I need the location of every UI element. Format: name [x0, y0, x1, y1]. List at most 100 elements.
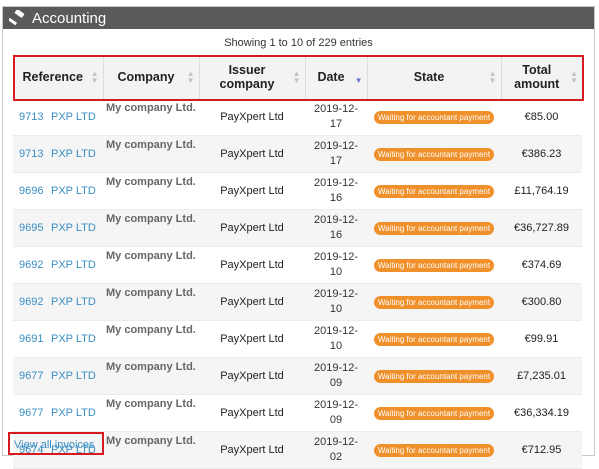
state-badge: Waiting for accountant payment [374, 221, 494, 235]
state-badge: Waiting for accountant payment [374, 295, 494, 309]
date-cell: 2019-12- 17 [305, 99, 367, 136]
state-cell: Waiting for accountant payment [367, 394, 501, 432]
sort-icon: ▲ ▼ [570, 69, 578, 85]
state-badge: Waiting for accountant payment [374, 443, 494, 457]
reference-company-link[interactable]: PXP LTD [51, 333, 96, 345]
table-header-row: Reference ▲ ▼ Company ▲ ▼ Issuer company ▲ ▼ D… [13, 55, 582, 99]
issuer-cell: PayXpert Ltd [199, 431, 305, 469]
reference-company-link[interactable]: PXP LTD [51, 111, 96, 123]
reference-link[interactable]: 9692 [19, 259, 45, 271]
reference-company-link[interactable]: PXP LTD [51, 222, 96, 234]
amount-cell: £7,235.01 [501, 357, 582, 395]
state-cell: Waiting for accountant payment [367, 246, 501, 284]
reference-company-link[interactable]: PXP LTD [51, 296, 96, 308]
reference-link[interactable]: 9713 [19, 148, 45, 160]
state-badge: Waiting for accountant payment [374, 369, 494, 383]
reference-company-link[interactable]: PXP LTD [51, 185, 96, 197]
company-cell: My company Ltd. [103, 135, 199, 173]
sort-icon: ▲ ▼ [488, 69, 497, 85]
reference-cell: 9713 PXP LTD [13, 135, 103, 173]
table-row[interactable]: 9692 PXP LTD My company Ltd. PayXpert Ltd 20… [13, 246, 582, 284]
date-cell: 2019-12- 10 [305, 283, 367, 321]
issuer-cell: PayXpert Ltd [199, 135, 305, 173]
reference-link[interactable]: 9691 [19, 333, 45, 345]
amount-cell: €85.00 [501, 99, 582, 136]
amount-cell: £11,764.19 [501, 172, 582, 210]
state-badge: Waiting for accountant payment [374, 184, 494, 198]
amount-cell: €386.23 [501, 135, 582, 173]
issuer-cell: PayXpert Ltd [199, 246, 305, 284]
column-header-company[interactable]: Company ▲ ▼ [103, 55, 200, 99]
column-header-date[interactable]: Date ▼ [305, 55, 368, 99]
date-cell: 2019-12- 16 [305, 209, 367, 247]
amount-cell: €36,727.89 [501, 209, 582, 247]
state-cell: Waiting for accountant payment [367, 431, 501, 469]
company-cell: My company Ltd. [103, 283, 199, 321]
column-header-issuer-company[interactable]: Issuer company ▲ ▼ [199, 55, 306, 99]
state-cell: Waiting for accountant payment [367, 172, 501, 210]
table-row[interactable]: 9677 PXP LTD My company Ltd. PayXpert Ltd 20… [13, 394, 582, 432]
state-cell: Waiting for accountant payment [367, 209, 501, 247]
reference-company-link[interactable]: PXP LTD [51, 370, 96, 382]
gavel-icon [7, 9, 27, 26]
reference-cell: 9692 PXP LTD [13, 283, 103, 321]
state-badge: Waiting for accountant payment [374, 406, 494, 420]
table-row[interactable]: 9695 PXP LTD My company Ltd. PayXpert Ltd 20… [13, 209, 582, 247]
company-cell: My company Ltd. [103, 246, 199, 284]
date-cell: 2019-12- 10 [305, 320, 367, 358]
table-row[interactable]: 9691 PXP LTD My company Ltd. PayXpert Ltd 20… [13, 320, 582, 358]
issuer-cell: PayXpert Ltd [199, 394, 305, 432]
company-cell: My company Ltd. [103, 209, 199, 247]
date-cell: 2019-12- 09 [305, 357, 367, 395]
reference-cell: 9692 PXP LTD [13, 246, 103, 284]
entries-info: Showing 1 to 10 of 229 entries [224, 37, 373, 49]
table-row[interactable]: 9713 PXP LTD My company Ltd. PayXpert Ltd 20… [13, 135, 582, 173]
table-row[interactable]: 9692 PXP LTD My company Ltd. PayXpert Ltd 20… [13, 283, 582, 321]
issuer-cell: PayXpert Ltd [199, 320, 305, 358]
reference-cell: 9695 PXP LTD [13, 209, 103, 247]
reference-cell: 9677 PXP LTD [13, 394, 103, 432]
reference-cell: 9677 PXP LTD [13, 357, 103, 395]
panel-title: Accounting [32, 9, 107, 27]
column-header-reference[interactable]: Reference ▲ ▼ [13, 55, 104, 99]
reference-link[interactable]: 9692 [19, 296, 45, 308]
reference-company-link[interactable]: PXP LTD [51, 407, 96, 419]
reference-link[interactable]: 9696 [19, 185, 45, 197]
reference-link[interactable]: 9713 [19, 111, 45, 123]
issuer-cell: PayXpert Ltd [199, 99, 305, 136]
issuer-cell: PayXpert Ltd [199, 172, 305, 210]
state-cell: Waiting for accountant payment [367, 357, 501, 395]
panel-header: Accounting [3, 7, 594, 29]
table-row[interactable]: 9674 PXP LTD My company Ltd. PayXpert Ltd 20… [13, 431, 582, 469]
state-badge: Waiting for accountant payment [374, 332, 494, 346]
table-row[interactable]: 9677 PXP LTD My company Ltd. PayXpert Ltd 20… [13, 357, 582, 395]
state-badge: Waiting for accountant payment [374, 147, 494, 161]
company-cell: My company Ltd. [103, 99, 199, 136]
reference-link[interactable]: 9677 [19, 407, 45, 419]
date-cell: 2019-12- 16 [305, 172, 367, 210]
reference-company-link[interactable]: PXP LTD [51, 148, 96, 160]
company-cell: My company Ltd. [103, 172, 199, 210]
company-cell: My company Ltd. [103, 357, 199, 395]
column-header-state[interactable]: State ▲ ▼ [367, 55, 502, 99]
state-badge: Waiting for accountant payment [374, 110, 494, 124]
table-row[interactable]: 9696 PXP LTD My company Ltd. PayXpert Ltd 20… [13, 172, 582, 210]
sort-icon: ▲ ▼ [90, 69, 99, 85]
state-cell: Waiting for accountant payment [367, 99, 501, 136]
reference-link[interactable]: 9677 [19, 370, 45, 382]
company-cell: My company Ltd. [103, 320, 199, 358]
date-cell: 2019-12- 10 [305, 246, 367, 284]
invoices-table: Reference ▲ ▼ Company ▲ ▼ Issuer company ▲ ▼ D… [13, 55, 582, 469]
reference-company-link[interactable]: PXP LTD [51, 259, 96, 271]
amount-cell: €36,334.19 [501, 394, 582, 432]
issuer-cell: PayXpert Ltd [199, 283, 305, 321]
view-all-invoices-link[interactable]: View all invoices [14, 439, 95, 451]
reference-link[interactable]: 9695 [19, 222, 45, 234]
sort-icon: ▲ ▼ [186, 69, 195, 85]
company-cell: My company Ltd. [103, 431, 199, 469]
state-cell: Waiting for accountant payment [367, 135, 501, 173]
date-cell: 2019-12- 17 [305, 135, 367, 173]
amount-cell: €712.95 [501, 431, 582, 469]
table-row[interactable]: 9713 PXP LTD My company Ltd. PayXpert Ltd 20… [13, 99, 582, 136]
column-header-total-amount[interactable]: Total amount ▲ ▼ [501, 55, 582, 99]
